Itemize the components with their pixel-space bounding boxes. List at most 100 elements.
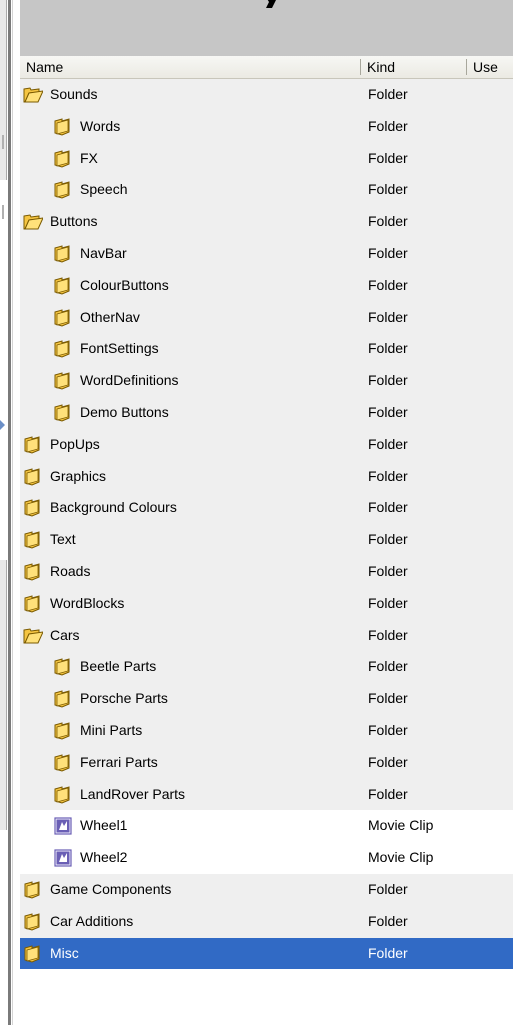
title-fragment <box>266 0 276 8</box>
movie-clip-icon <box>54 817 72 835</box>
item-name: WordBlocks <box>50 594 125 611</box>
library-item-folder[interactable]: PopUps Folder <box>20 428 513 461</box>
item-kind: Folder <box>368 944 408 961</box>
item-name: Buttons <box>50 213 98 230</box>
item-kind: Folder <box>368 308 408 325</box>
library-item-folder[interactable]: ColourButtons Folder <box>20 269 513 302</box>
library-item-folder[interactable]: Speech Folder <box>20 174 513 207</box>
expand-arrow-icon[interactable] <box>0 420 5 430</box>
item-kind: Folder <box>368 276 408 293</box>
item-name: Porsche Parts <box>80 690 168 707</box>
library-item-folder[interactable]: Beetle Parts Folder <box>20 651 513 684</box>
item-kind: Folder <box>368 404 408 420</box>
library-item-folder[interactable]: WordDefinitions Folder <box>20 365 513 397</box>
item-kind: Folder <box>368 690 408 707</box>
column-header-kind[interactable]: Kind <box>361 56 467 78</box>
item-kind: Folder <box>368 626 408 643</box>
item-name: Cars <box>50 626 80 643</box>
item-kind: Folder <box>368 881 408 897</box>
item-kind: Folder <box>368 435 408 452</box>
library-item-folder[interactable]: Words Folder <box>20 110 513 143</box>
library-item-folder[interactable]: Ferrari Parts Folder <box>20 746 513 779</box>
library-item-folder[interactable]: Game Components Folder <box>20 874 513 906</box>
library-item-movie-clip[interactable]: Wheel1 Movie Clip <box>20 810 513 843</box>
item-name: Misc <box>50 944 79 961</box>
folder-icon <box>54 404 70 422</box>
library-item-folder[interactable]: NavBar Folder <box>20 238 513 270</box>
item-name: OtherNav <box>80 308 140 325</box>
item-name: FX <box>80 149 98 166</box>
item-name: Car Additions <box>50 912 134 929</box>
library-item-folder[interactable]: Porsche Parts Folder <box>20 683 513 715</box>
item-name: Roads <box>50 563 91 579</box>
open-folder-icon <box>23 87 43 103</box>
item-kind: Folder <box>368 117 408 134</box>
left-panel-edge <box>0 0 20 1025</box>
item-kind: Movie Clip <box>368 849 434 866</box>
open-folder-icon <box>23 214 43 230</box>
library-item-folder[interactable]: Mini Parts Folder <box>20 715 513 747</box>
library-item-folder[interactable]: OtherNav Folder <box>20 301 513 334</box>
item-name: PopUps <box>50 435 100 452</box>
item-kind: Folder <box>368 531 408 548</box>
library-item-folder[interactable]: Misc Folder <box>20 937 513 970</box>
library-item-folder[interactable]: Background Colours Folder <box>20 492 513 525</box>
item-kind: Folder <box>368 340 408 357</box>
library-item-folder[interactable]: FX Folder <box>20 142 513 175</box>
library-item-folder[interactable]: LandRover Parts Folder <box>20 778 513 811</box>
library-item-folder[interactable]: FontSettings Folder <box>20 333 513 366</box>
folder-icon <box>54 245 70 263</box>
library-item-folder[interactable]: Sounds Folder <box>20 79 513 111</box>
column-header-use-count[interactable]: Use <box>467 56 513 78</box>
item-name: Mini Parts <box>80 722 143 738</box>
library-item-folder[interactable]: Buttons Folder <box>20 206 513 238</box>
item-kind: Folder <box>368 181 408 198</box>
panel-edge-top <box>0 0 7 180</box>
folder-icon <box>54 308 70 327</box>
item-name: Ferrari Parts <box>80 753 158 770</box>
item-name: Demo Buttons <box>80 404 169 420</box>
library-item-folder[interactable]: Graphics Folder <box>20 460 513 493</box>
item-name: Wheel2 <box>80 849 128 866</box>
folder-icon <box>54 340 70 358</box>
folder-icon <box>24 531 40 549</box>
library-item-folder[interactable]: WordBlocks Folder <box>20 587 513 620</box>
panel-divider[interactable] <box>8 0 11 1025</box>
panel-tick <box>2 205 4 219</box>
folder-icon <box>24 436 40 454</box>
item-kind: Folder <box>368 563 408 579</box>
library-item-movie-clip[interactable]: Wheel2 Movie Clip <box>20 842 513 874</box>
folder-icon <box>54 754 70 772</box>
item-kind: Folder <box>368 658 408 675</box>
item-kind: Folder <box>368 245 408 261</box>
item-kind: Folder <box>368 722 408 738</box>
item-kind: Folder <box>368 372 408 389</box>
item-name: Beetle Parts <box>80 658 157 675</box>
library-item-folder[interactable]: Roads Folder <box>20 556 513 588</box>
library-item-folder[interactable]: Car Additions Folder <box>20 905 513 938</box>
library-column-header: Name Kind Use <box>20 56 513 79</box>
panel-edge-bottom <box>0 560 7 830</box>
folder-icon <box>54 722 70 740</box>
library-item-folder[interactable]: Text Folder <box>20 524 513 556</box>
folder-icon <box>54 785 70 804</box>
folder-icon <box>54 118 70 136</box>
item-name: Game Components <box>50 881 172 897</box>
movie-clip-icon <box>54 849 72 867</box>
item-name: FontSettings <box>80 340 159 357</box>
folder-icon <box>24 595 40 613</box>
panel-title-area <box>20 0 513 56</box>
folder-icon <box>24 563 40 581</box>
folder-icon <box>54 372 70 390</box>
column-header-name[interactable]: Name <box>20 56 360 78</box>
folder-icon <box>54 277 70 295</box>
item-name: NavBar <box>80 245 127 261</box>
item-kind: Folder <box>368 785 408 802</box>
library-item-folder[interactable]: Cars Folder <box>20 619 513 652</box>
folder-icon <box>54 690 70 708</box>
item-name: LandRover Parts <box>80 785 186 802</box>
item-name: ColourButtons <box>80 276 169 293</box>
library-item-folder[interactable]: Demo Buttons Folder <box>20 397 513 429</box>
folder-icon <box>54 658 70 676</box>
item-kind: Folder <box>368 753 408 770</box>
